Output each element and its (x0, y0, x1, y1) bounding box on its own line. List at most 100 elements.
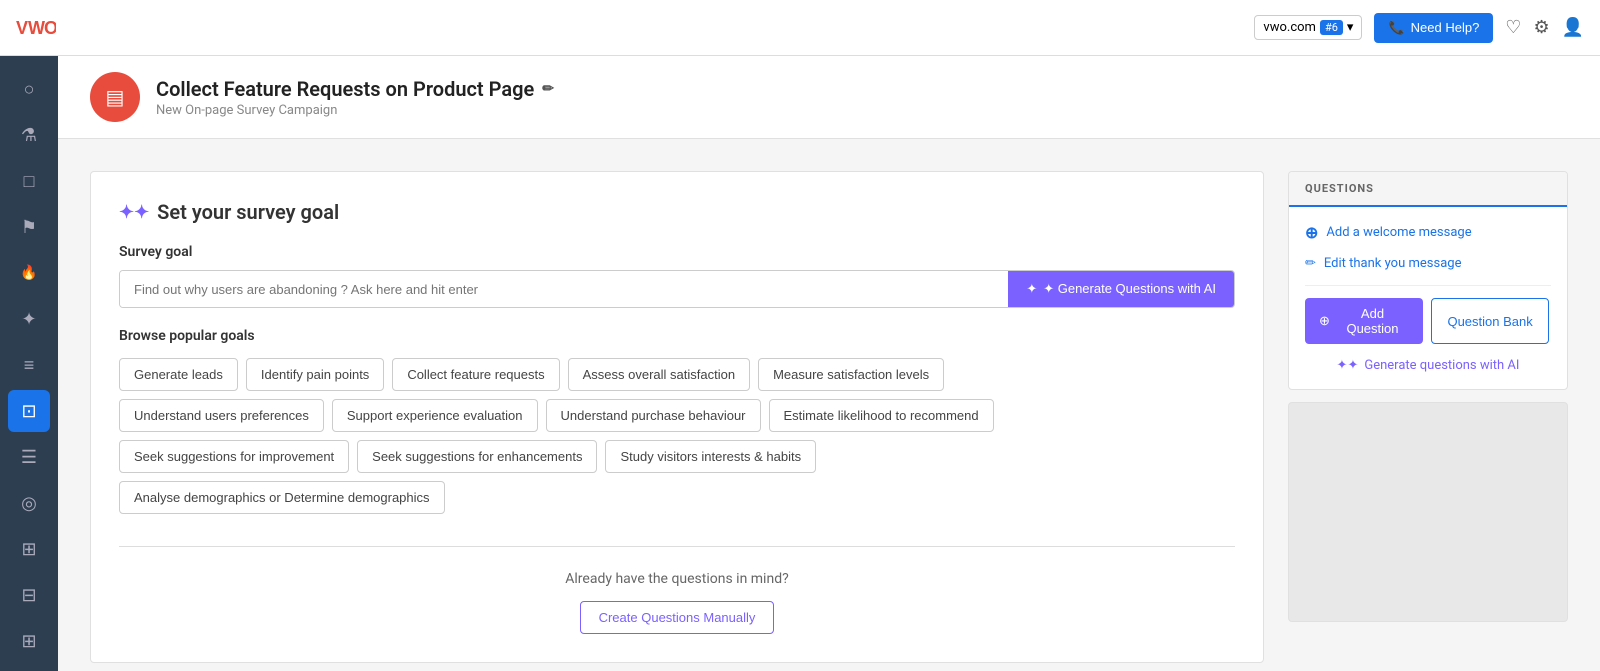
goal-tag-likelihood-recommend[interactable]: Estimate likelihood to recommend (769, 399, 994, 432)
code-icon: ✦ (21, 309, 36, 330)
goal-tag-support-experience[interactable]: Support experience evaluation (332, 399, 538, 432)
goal-tag-seek-enhancements[interactable]: Seek suggestions for enhancements (357, 440, 597, 473)
goals-row-1: Generate leads Identify pain points Coll… (119, 358, 1235, 391)
main-layout: ○ ⚗ □ ⚑ 🔥 ✦ ≡ ⊡ ☰ ◎ ⊞ ⊟ (0, 56, 1600, 671)
analytics-icon: ○ (24, 79, 35, 100)
site-name: vwo.com (1263, 20, 1316, 35)
goal-tag-user-preferences[interactable]: Understand users preferences (119, 399, 324, 432)
goal-tag-assess-satisfaction[interactable]: Assess overall satisfaction (568, 358, 750, 391)
goals-row-4: Analyse demographics or Determine demogr… (119, 481, 1235, 514)
sidebar-item-fire[interactable]: 🔥 (8, 252, 50, 294)
topbar-left: V W O (16, 16, 56, 40)
page-header-text: Collect Feature Requests on Product Page… (156, 77, 554, 118)
section-title: ✦✦ Set your survey goal (119, 200, 1235, 224)
add-question-button[interactable]: ⊕ Add Question (1305, 298, 1423, 344)
campaigns-icon: ☰ (21, 447, 37, 468)
goal-tag-analyse-demographics[interactable]: Analyse demographics or Determine demogr… (119, 481, 445, 514)
sidebar: ○ ⚗ □ ⚑ 🔥 ✦ ≡ ⊡ ☰ ◎ ⊞ ⊟ (0, 56, 58, 671)
goal-input[interactable] (120, 271, 1008, 307)
flag-icon: ⚑ (21, 217, 37, 238)
questions-panel-body: ⊕ Add a welcome message ✏ Edit thank you… (1289, 207, 1567, 389)
btn-row: ⊕ Add Question Question Bank (1305, 298, 1551, 344)
sidebar-item-survey[interactable]: ⊡ (8, 390, 50, 432)
list-icon: ≡ (24, 355, 35, 376)
bottom-section-text: Already have the questions in mind? (119, 571, 1235, 587)
goal-tag-generate-leads[interactable]: Generate leads (119, 358, 238, 391)
survey-icon: ⊡ (21, 401, 36, 422)
survey-goal-label: Survey goal (119, 244, 1235, 260)
generate-questions-link[interactable]: ✦✦ Generate questions with AI (1305, 358, 1551, 373)
goal-tag-study-visitors[interactable]: Study visitors interests & habits (605, 440, 816, 473)
generate-ai-button[interactable]: ✦ ✦ Generate Questions with AI (1008, 271, 1234, 307)
panel-divider (1305, 285, 1551, 286)
svg-text:W: W (28, 18, 45, 38)
survey-goal-section: ✦✦ Set your survey goal Survey goal ✦ ✦ … (90, 171, 1264, 663)
target-icon: ◎ (21, 493, 37, 514)
need-help-button[interactable]: 📞 Need Help? (1374, 13, 1493, 43)
site-selector[interactable]: vwo.com #6 ▾ (1254, 15, 1362, 40)
vwo-logo: V W O (16, 16, 56, 40)
phone-icon: 📞 (1388, 20, 1404, 36)
sidebar-item-testing[interactable]: □ (8, 160, 50, 202)
sidebar-item-flag[interactable]: ⚑ (8, 206, 50, 248)
sidebar-item-labs[interactable]: ⚗ (8, 114, 50, 156)
sidebar-item-list[interactable]: ≡ (8, 344, 50, 386)
add-welcome-link[interactable]: ⊕ Add a welcome message (1305, 223, 1551, 242)
site-badge: #6 (1320, 20, 1343, 35)
campaign-icon: ▤ (90, 72, 140, 122)
question-bank-button[interactable]: Question Bank (1431, 298, 1549, 344)
feedback-icon: ⊞ (21, 539, 36, 560)
sidebar-item-code[interactable]: ✦ (8, 298, 50, 340)
main-content: ✦✦ Set your survey goal Survey goal ✦ ✦ … (58, 139, 1600, 671)
page-subtitle: New On-page Survey Campaign (156, 103, 554, 118)
goal-tag-identify-pain[interactable]: Identify pain points (246, 358, 384, 391)
user-icon[interactable]: 👤 (1562, 17, 1584, 38)
page-title: Collect Feature Requests on Product Page… (156, 77, 554, 101)
activity-icon[interactable]: ♡ (1505, 17, 1521, 38)
goal-tag-collect-feature[interactable]: Collect feature requests (392, 358, 559, 391)
questions-panel: QUESTIONS ⊕ Add a welcome message ✏ Edit… (1288, 171, 1568, 390)
questions-panel-header: QUESTIONS (1289, 172, 1567, 207)
topbar-right: vwo.com #6 ▾ 📞 Need Help? ♡ ⚙ 👤 (1254, 13, 1584, 43)
chevron-down-icon: ▾ (1347, 20, 1354, 35)
create-manually-button[interactable]: Create Questions Manually (580, 601, 775, 634)
plus-circle-icon: ⊕ (1305, 223, 1318, 242)
sidebar-item-data[interactable]: ⊟ (8, 574, 50, 616)
svg-text:O: O (44, 18, 56, 38)
svg-text:V: V (16, 18, 28, 38)
goals-row-3: Seek suggestions for improvement Seek su… (119, 440, 1235, 473)
topbar: V W O vwo.com #6 ▾ 📞 Need Help? ♡ ⚙ 👤 (0, 0, 1600, 56)
plus-icon: ⊕ (1319, 313, 1330, 329)
pencil-icon: ✏ (1305, 256, 1316, 271)
popular-goals-label: Browse popular goals (119, 328, 1235, 344)
generate-ai-label: ✦ Generate Questions with AI (1043, 281, 1216, 297)
sidebar-item-target[interactable]: ◎ (8, 482, 50, 524)
fire-icon: 🔥 (20, 265, 37, 281)
edit-title-icon[interactable]: ✏ (542, 81, 554, 97)
goals-grid: Generate leads Identify pain points Coll… (119, 358, 1235, 514)
edit-thankyou-link[interactable]: ✏ Edit thank you message (1305, 256, 1551, 271)
sidebar-item-reports[interactable]: ⊞ (8, 620, 50, 662)
sidebar-item-campaigns[interactable]: ☰ (8, 436, 50, 478)
survey-campaign-icon: ▤ (106, 85, 125, 109)
survey-setup: ✦✦ Set your survey goal Survey goal ✦ ✦ … (90, 171, 1264, 663)
right-panel: QUESTIONS ⊕ Add a welcome message ✏ Edit… (1288, 171, 1568, 663)
sidebar-item-analytics[interactable]: ○ (8, 68, 50, 110)
sparkle-btn-icon: ✦ (1026, 281, 1037, 297)
goal-tag-measure-satisfaction[interactable]: Measure satisfaction levels (758, 358, 944, 391)
sparkle-panel-icon: ✦✦ (1337, 358, 1359, 373)
goals-row-2: Understand users preferences Support exp… (119, 399, 1235, 432)
testing-icon: □ (24, 171, 35, 192)
sparkle-icon: ✦✦ (119, 202, 149, 223)
sidebar-item-feedback[interactable]: ⊞ (8, 528, 50, 570)
right-panel-gray-area (1288, 402, 1568, 622)
goal-tag-purchase-behaviour[interactable]: Understand purchase behaviour (546, 399, 761, 432)
content-area: ▤ Collect Feature Requests on Product Pa… (58, 56, 1600, 671)
goal-tag-seek-improvement[interactable]: Seek suggestions for improvement (119, 440, 349, 473)
reports-icon: ⊞ (21, 631, 36, 652)
labs-icon: ⚗ (21, 125, 37, 146)
settings-icon[interactable]: ⚙ (1533, 17, 1549, 38)
bottom-section: Already have the questions in mind? Crea… (119, 546, 1235, 634)
page-header: ▤ Collect Feature Requests on Product Pa… (58, 56, 1600, 139)
goal-input-row: ✦ ✦ Generate Questions with AI (119, 270, 1235, 308)
